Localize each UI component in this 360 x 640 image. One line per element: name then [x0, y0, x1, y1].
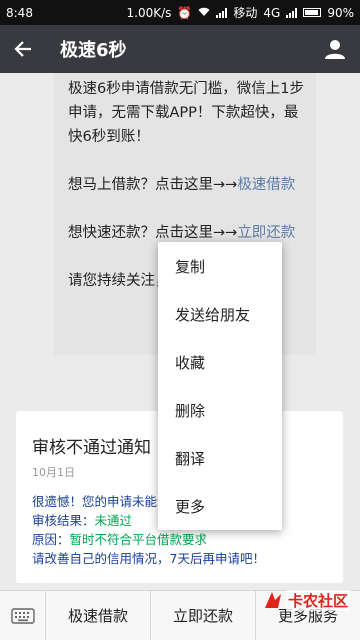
menu-item-copy[interactable]: 复制: [158, 242, 282, 290]
status-time: 8:48: [6, 5, 33, 20]
tab-quick-loan[interactable]: 极速借款: [46, 591, 151, 640]
carrier: 移动: [233, 6, 258, 20]
keyboard-icon: [10, 608, 35, 624]
status-bar: 8:48 1.00K/s ⏰ 移动 4G 90%: [0, 0, 360, 25]
arrow-left-icon: [14, 41, 31, 57]
wifi-icon: [198, 6, 210, 20]
page-title: 极速6秒: [60, 40, 127, 61]
alarm-icon: ⏰: [177, 5, 193, 20]
repay-prompt: 想快速还款？点击这里→→: [68, 225, 238, 241]
borrow-prompt: 想马上借款？点击这里→→: [68, 177, 238, 193]
context-menu: 复制 发送给朋友 收藏 删除 翻译 更多: [158, 242, 282, 530]
borrow-link[interactable]: 极速借款: [237, 177, 295, 193]
watermark-text: 卡农社区: [286, 589, 351, 611]
menu-item-favorite[interactable]: 收藏: [158, 338, 282, 386]
notice-line-reason: 原因：暂时不符合平台借款要求: [32, 530, 327, 549]
notice-line-4: 请改善自己的信用情况，7天后再申请吧！: [32, 551, 265, 566]
menu-item-translate[interactable]: 翻译: [158, 434, 282, 482]
message-para-intro: 极速6秒申请借款无门槛，微信上1步申请，无需下载APP！下款超快，最快6秒到账！: [68, 81, 304, 145]
menu-item-send-to-friend[interactable]: 发送给朋友: [158, 290, 282, 338]
watermark-logo-icon: [265, 592, 281, 608]
repay-link[interactable]: 立即还款: [237, 225, 295, 241]
tab-repay-now[interactable]: 立即还款: [151, 591, 256, 640]
signal-icon-2: [286, 7, 298, 18]
result-value: 未通过: [94, 513, 133, 528]
app-bar: 极速6秒: [0, 25, 360, 73]
reason-value: 暂时不符合平台借款要求: [69, 532, 208, 547]
battery-percent: 90%: [327, 5, 354, 20]
menu-item-more[interactable]: 更多: [158, 482, 282, 530]
profile-button[interactable]: [310, 25, 360, 73]
network-speed: 1.00K/s: [126, 5, 172, 20]
network-type: 4G: [263, 5, 281, 20]
reason-label: 原因：: [32, 532, 70, 547]
back-button[interactable]: [0, 25, 46, 73]
keyboard-toggle-button[interactable]: [0, 591, 46, 640]
signal-icon: [216, 7, 228, 18]
menu-item-delete[interactable]: 删除: [158, 386, 282, 434]
battery-icon: [303, 8, 322, 17]
result-label: 审核结果：: [32, 513, 95, 528]
watermark: 卡农社区: [262, 578, 360, 622]
person-icon: [325, 40, 345, 59]
message-para-borrow: 想马上借款？点击这里→→极速借款: [68, 173, 304, 197]
